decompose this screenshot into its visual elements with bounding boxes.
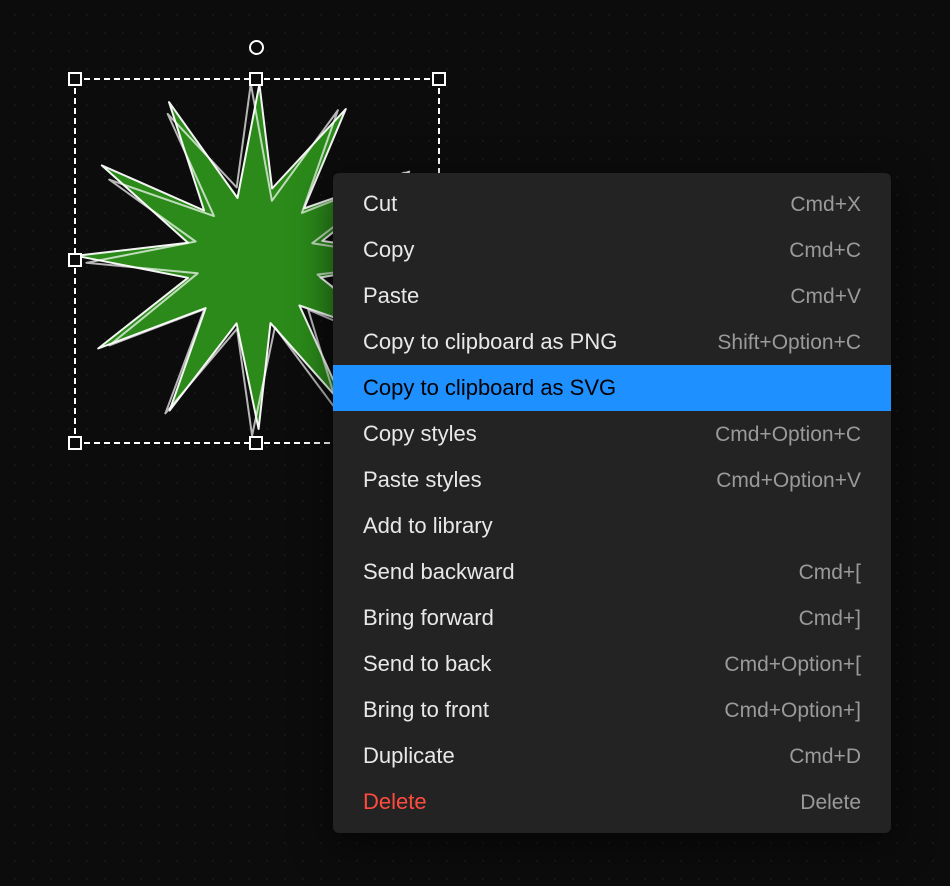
menu-item-label: Send to back bbox=[363, 653, 491, 675]
menu-item-label: Delete bbox=[363, 791, 427, 813]
resize-handle-ne[interactable] bbox=[432, 72, 446, 86]
resize-handle-n[interactable] bbox=[249, 72, 263, 86]
menu-item-shortcut: Cmd+[ bbox=[799, 562, 861, 583]
menu-item-send-to-back[interactable]: Send to back Cmd+Option+[ bbox=[333, 641, 891, 687]
menu-item-shortcut: Cmd+D bbox=[789, 746, 861, 767]
resize-handle-s[interactable] bbox=[249, 436, 263, 450]
resize-handle-sw[interactable] bbox=[68, 436, 82, 450]
menu-item-label: Bring to front bbox=[363, 699, 489, 721]
rotate-handle[interactable] bbox=[249, 40, 264, 55]
resize-handle-nw[interactable] bbox=[68, 72, 82, 86]
menu-item-paste[interactable]: Paste Cmd+V bbox=[333, 273, 891, 319]
menu-item-shortcut: Cmd+C bbox=[789, 240, 861, 261]
menu-item-label: Send backward bbox=[363, 561, 515, 583]
menu-item-label: Copy to clipboard as SVG bbox=[363, 377, 616, 399]
menu-item-shortcut: Cmd+Option+C bbox=[715, 424, 861, 445]
resize-handle-w[interactable] bbox=[68, 253, 82, 267]
menu-item-label: Bring forward bbox=[363, 607, 494, 629]
menu-item-copy-to-clipboard-as-svg[interactable]: Copy to clipboard as SVG bbox=[333, 365, 891, 411]
menu-item-copy-to-clipboard-as-png[interactable]: Copy to clipboard as PNG Shift+Option+C bbox=[333, 319, 891, 365]
menu-item-add-to-library[interactable]: Add to library bbox=[333, 503, 891, 549]
menu-item-label: Copy styles bbox=[363, 423, 477, 445]
menu-item-shortcut: Shift+Option+C bbox=[717, 332, 861, 353]
context-menu: Cut Cmd+X Copy Cmd+C Paste Cmd+V Copy to clipb… bbox=[333, 173, 891, 833]
menu-item-label: Copy bbox=[363, 239, 414, 261]
menu-item-label: Add to library bbox=[363, 515, 493, 537]
menu-item-bring-forward[interactable]: Bring forward Cmd+] bbox=[333, 595, 891, 641]
menu-item-delete[interactable]: Delete Delete bbox=[333, 779, 891, 825]
menu-item-label: Paste styles bbox=[363, 469, 482, 491]
menu-item-send-backward[interactable]: Send backward Cmd+[ bbox=[333, 549, 891, 595]
menu-item-label: Paste bbox=[363, 285, 419, 307]
menu-item-label: Copy to clipboard as PNG bbox=[363, 331, 617, 353]
menu-item-label: Cut bbox=[363, 193, 397, 215]
menu-item-shortcut: Delete bbox=[800, 792, 861, 813]
menu-item-bring-to-front[interactable]: Bring to front Cmd+Option+] bbox=[333, 687, 891, 733]
menu-item-shortcut: Cmd+X bbox=[790, 194, 861, 215]
menu-item-shortcut: Cmd+Option+[ bbox=[724, 654, 861, 675]
menu-item-copy[interactable]: Copy Cmd+C bbox=[333, 227, 891, 273]
menu-item-duplicate[interactable]: Duplicate Cmd+D bbox=[333, 733, 891, 779]
menu-item-shortcut: Cmd+V bbox=[790, 286, 861, 307]
menu-item-shortcut: Cmd+Option+] bbox=[724, 700, 861, 721]
menu-item-cut[interactable]: Cut Cmd+X bbox=[333, 181, 891, 227]
menu-item-label: Duplicate bbox=[363, 745, 455, 767]
menu-item-shortcut: Cmd+] bbox=[799, 608, 861, 629]
menu-item-copy-styles[interactable]: Copy styles Cmd+Option+C bbox=[333, 411, 891, 457]
menu-item-shortcut: Cmd+Option+V bbox=[716, 470, 861, 491]
menu-item-paste-styles[interactable]: Paste styles Cmd+Option+V bbox=[333, 457, 891, 503]
